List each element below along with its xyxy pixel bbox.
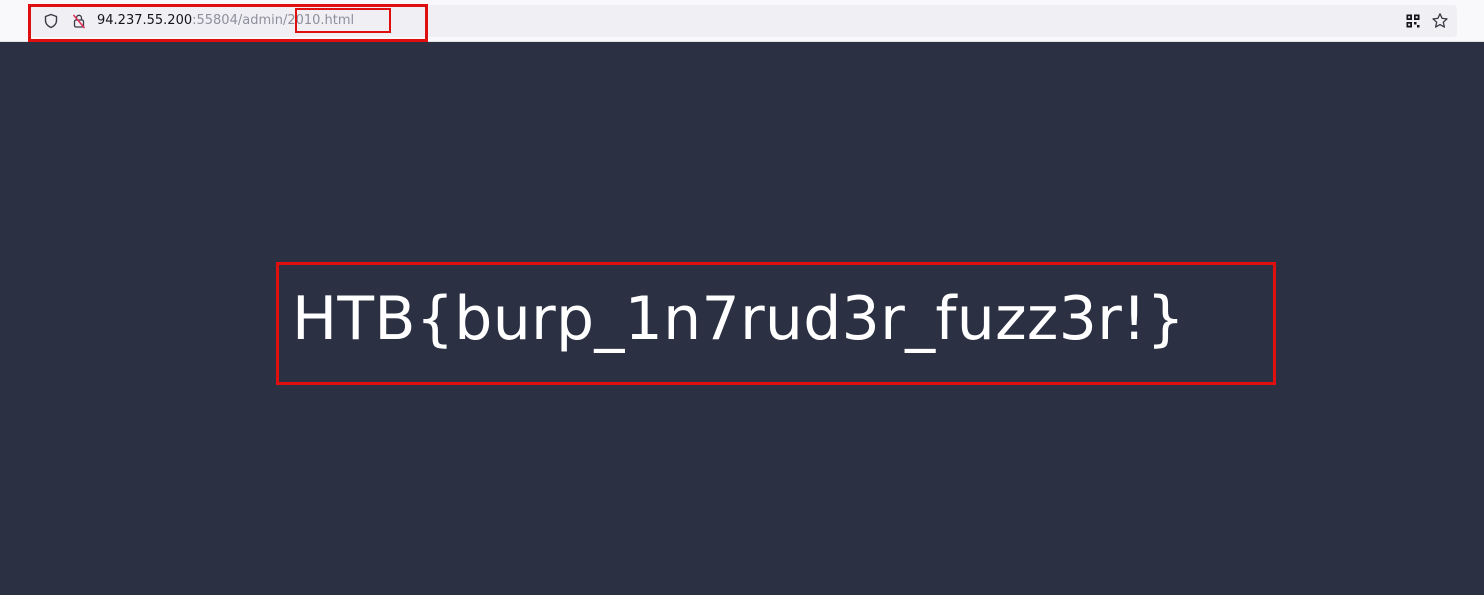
insecure-lock-icon[interactable] [68, 5, 90, 37]
url-file: 2010.html [287, 13, 355, 28]
url-text[interactable]: 94.237.55.200:55804/admin/2010.html [97, 5, 354, 37]
flag-text: HTB{burp_1n7rud3r_fuzz3r!} [292, 284, 1185, 354]
address-bar[interactable]: 94.237.55.200:55804/admin/2010.html [30, 5, 1457, 37]
url-path: :55804/admin/ [192, 13, 288, 28]
star-icon[interactable] [1429, 5, 1451, 37]
url-host: 94.237.55.200 [97, 13, 193, 28]
shield-icon[interactable] [40, 5, 62, 37]
qr-grid-icon[interactable] [1402, 5, 1424, 37]
browser-toolbar: 94.237.55.200:55804/admin/2010.html [0, 0, 1484, 42]
